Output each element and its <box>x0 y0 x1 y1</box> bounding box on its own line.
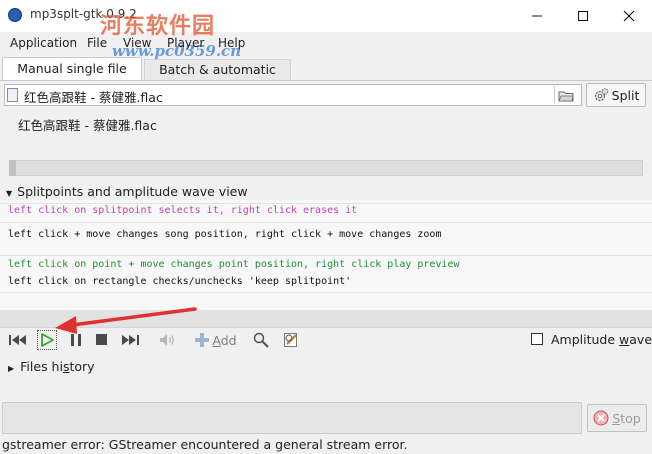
app-icon <box>8 8 22 22</box>
pause-button[interactable] <box>66 330 86 350</box>
play-button[interactable] <box>37 330 57 350</box>
minimize-icon <box>532 15 542 17</box>
status-message: gstreamer error: GStreamer encountered a… <box>2 437 408 452</box>
search-button[interactable] <box>251 330 271 350</box>
tab-manual-single-file-split[interactable]: Manual single file split <box>2 57 142 98</box>
maximize-button[interactable] <box>560 0 606 32</box>
song-title: 红色高跟鞋 - 蔡健雅.flac <box>18 118 157 133</box>
close-icon <box>623 10 635 22</box>
gears-icon <box>594 88 608 102</box>
split-button-label: Split <box>611 87 640 103</box>
divider <box>0 203 652 204</box>
browse-button[interactable] <box>554 86 577 104</box>
divider <box>0 327 652 328</box>
previous-button[interactable] <box>8 330 28 350</box>
play-icon <box>41 333 54 347</box>
divider <box>0 222 652 223</box>
add-label: Add <box>212 332 237 348</box>
tab-batch-automatic-split[interactable]: Batch & automatic split <box>144 59 291 97</box>
amplitude-wave-label: Amplitude wave <box>551 332 652 347</box>
add-splitpoint-button[interactable]: Add <box>194 330 238 350</box>
hint-splitpoint-click: left click on splitpoint selects it, rig… <box>8 205 358 216</box>
wave-scrollbar-area <box>0 310 652 328</box>
menu-application[interactable]: Application <box>10 36 77 50</box>
expander-down-icon: ▼ <box>6 189 13 198</box>
stop-icon <box>96 334 107 345</box>
divider <box>0 255 652 256</box>
stop-circle-icon <box>593 410 609 426</box>
magnifier-icon <box>253 332 269 348</box>
minimize-button[interactable] <box>514 0 560 32</box>
stop-button[interactable] <box>92 330 112 350</box>
split-progress-bar <box>2 402 582 434</box>
maximize-icon <box>578 11 588 21</box>
stop-split-button[interactable]: Stop <box>587 404 647 432</box>
skip-forward-icon <box>122 335 139 345</box>
splitpoints-expander[interactable]: ▼ Splitpoints and amplitude wave view <box>6 184 248 199</box>
audio-file-icon <box>7 88 18 102</box>
menu-help[interactable]: Help <box>218 36 245 50</box>
files-history-expander[interactable]: ▶ Files history <box>8 359 95 374</box>
menu-view[interactable]: View <box>123 36 151 50</box>
menu-player[interactable]: Player <box>167 36 204 50</box>
plus-icon <box>195 333 210 347</box>
amplitude-wave-checkbox[interactable] <box>531 333 543 345</box>
volume-button[interactable] <box>157 330 177 350</box>
folder-icon <box>558 91 574 101</box>
song-position-handle[interactable] <box>9 160 16 176</box>
hint-point-move: left click on point + move changes point… <box>8 259 460 270</box>
files-history-label: Files history <box>20 359 95 374</box>
file-name-value: 红色高跟鞋 - 蔡健雅.flac <box>24 90 163 105</box>
hint-song-position: left click + move changes song position,… <box>8 229 442 240</box>
divider <box>0 292 652 293</box>
next-button[interactable] <box>120 330 140 350</box>
song-position-slider[interactable] <box>9 160 643 176</box>
stop-label: Stop <box>612 410 641 426</box>
edit-splitpoints-button[interactable] <box>281 330 301 350</box>
menu-file[interactable]: File <box>87 36 107 50</box>
expander-right-icon: ▶ <box>8 364 15 373</box>
pause-icon <box>71 334 81 346</box>
hint-keep-splitpoint: left click on rectangle checks/unchecks … <box>8 276 352 287</box>
splitpoints-expander-label: Splitpoints and amplitude wave view <box>17 184 248 199</box>
skip-back-icon <box>9 335 26 345</box>
split-button[interactable]: Split <box>586 83 646 107</box>
edit-icon <box>284 333 297 347</box>
close-button[interactable] <box>606 0 652 32</box>
volume-icon <box>160 334 174 346</box>
